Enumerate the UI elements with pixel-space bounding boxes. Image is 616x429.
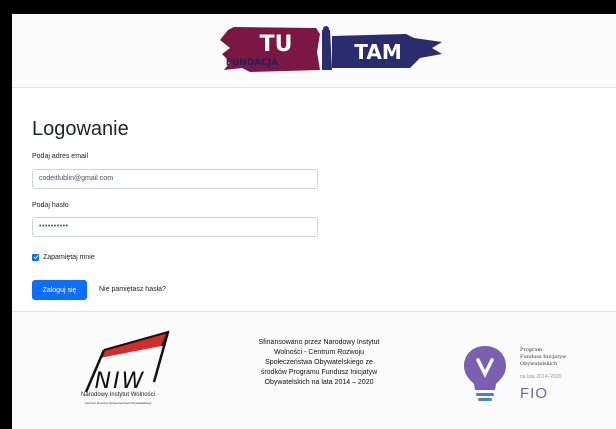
fio-years: na lata 2014–2020	[520, 374, 562, 380]
niw-subtitle: Centrum Rozwoju Społeczeństwa Obywatelsk…	[84, 401, 152, 405]
password-label: Podaj hasło	[32, 202, 69, 209]
funding-line: Wolności - Centrum Rozwoju	[273, 349, 365, 356]
login-page: TU FUNDACJA TAM Logowanie Podaj adres em…	[12, 14, 616, 429]
funding-line: środków Programu Fundusz Inicjatyw	[260, 369, 378, 376]
fio-lightbulb-icon[interactable]	[460, 342, 510, 404]
logo-fundacja-text: FUNDACJA	[226, 58, 278, 68]
fio-line: Program	[520, 347, 543, 353]
email-label: Podaj adres email	[32, 153, 89, 160]
fio-program-text: Program Fundusz Inicjatyw Obywatelskich	[520, 347, 566, 368]
remember-me-row[interactable]: Zapamiętaj mnie	[32, 252, 95, 262]
password-field[interactable]: ••••••••••	[32, 217, 318, 237]
niw-logo[interactable]: NIW	[60, 328, 180, 412]
footer: NIW Narodowy Instytut Wolności Centrum R…	[12, 311, 616, 429]
niw-logo-text: NIW	[95, 369, 146, 394]
logo-tu-text: TU	[260, 32, 293, 57]
funding-line: Obywatelskich na lata 2014 – 2020	[264, 379, 374, 386]
fio-line: Obywatelskich	[520, 361, 558, 367]
remember-me-label[interactable]: Zapamiętaj mnie	[43, 254, 95, 261]
fundacja-tu-i-tam-logo[interactable]: TU FUNDACJA TAM	[220, 24, 444, 76]
email-field[interactable]: codeitlublin@gmail.com	[32, 169, 318, 189]
funding-statement: Sfinansowano przez Narodowy Instytut Wol…	[228, 338, 410, 388]
funding-line: Sfinansowano przez Narodowy Instytut	[258, 339, 380, 346]
check-icon	[33, 255, 38, 260]
logo-tam-text: TAM	[354, 40, 401, 64]
niw-name: Narodowy Instytut Wolności	[81, 392, 155, 398]
fio-line: Fundusz Inicjatyw	[520, 354, 567, 360]
header: TU FUNDACJA TAM	[12, 14, 616, 88]
remember-me-checkbox[interactable]	[32, 253, 39, 261]
forgot-password-link[interactable]: Nie pamiętasz hasła?	[99, 286, 166, 293]
funding-line: Społeczeństwa Obywatelskiego ze	[265, 359, 373, 366]
page-title: Logowanie	[32, 118, 129, 140]
fio-name: FIO	[520, 385, 548, 402]
login-button[interactable]: Zaloguj się	[32, 280, 87, 300]
